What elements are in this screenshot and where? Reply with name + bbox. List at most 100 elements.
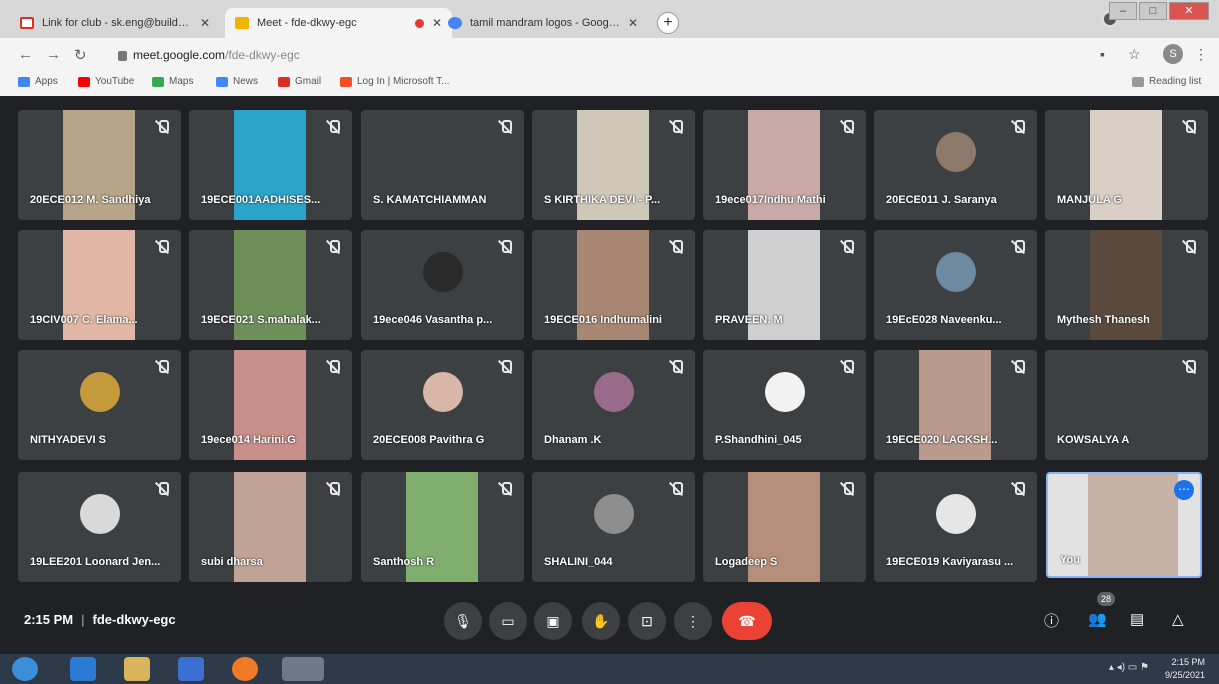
participant-tile[interactable]: 19CIV007 C. Elama...: [18, 230, 181, 340]
participant-tile[interactable]: Logadeep S: [703, 472, 866, 582]
self-tile[interactable]: ⋯ You: [1046, 472, 1202, 578]
microphone-button[interactable]: 🎙: [444, 602, 482, 640]
more-options-button[interactable]: ⋮: [674, 602, 712, 640]
avatar: [936, 252, 976, 292]
system-tray-icons[interactable]: ▴ ◂) ▭ ⚑: [1109, 662, 1149, 673]
new-tab-button[interactable]: +: [657, 12, 679, 34]
mic-off-icon: [840, 360, 854, 374]
tab-meet[interactable]: Meet - fde-dkwy-egc ✕: [225, 8, 453, 38]
participant-tile[interactable]: Santhosh R: [361, 472, 524, 582]
taskbar-clock[interactable]: 2:15 PM 9/25/2021: [1165, 656, 1205, 682]
ie-icon[interactable]: [70, 657, 96, 681]
participant-tile[interactable]: Mythesh Thanesh: [1045, 230, 1208, 340]
firefox-icon[interactable]: [232, 657, 258, 681]
participant-tile[interactable]: PRAVEEN. M: [703, 230, 866, 340]
participant-tile[interactable]: subi dharsa: [189, 472, 352, 582]
gmail-icon: [278, 76, 290, 87]
mic-off-icon: [498, 120, 512, 134]
reload-icon[interactable]: ↻: [74, 46, 87, 64]
avatar: [423, 252, 463, 292]
mic-off-icon: [1182, 240, 1196, 254]
participant-tile[interactable]: NITHYADEVI S: [18, 350, 181, 460]
participant-tile[interactable]: MANJULA G: [1045, 110, 1208, 220]
participant-count-badge: 28: [1097, 592, 1115, 606]
participant-tile[interactable]: 19ECE019 Kaviyarasu ...: [874, 472, 1037, 582]
chat-icon[interactable]: ▤: [1130, 610, 1144, 628]
people-icon[interactable]: 👥: [1088, 610, 1107, 628]
bookmark-label: Gmail: [295, 76, 322, 87]
meet-control-bar: 2:15 PM | fde-dkwy-egc 🎙 ▭ ▣ ✋ ⊡ ⋮ ☎ ⓘ 👥 ▤…: [0, 598, 1219, 654]
chrome-taskbar-icon[interactable]: [282, 657, 324, 681]
participant-tile[interactable]: S. KAMATCHIAMMAN: [361, 110, 524, 220]
menu-icon[interactable]: ⋮: [1194, 46, 1208, 63]
leave-call-button[interactable]: ☎: [722, 602, 772, 640]
bookmark-maps[interactable]: Maps: [152, 76, 193, 87]
participant-tile[interactable]: KOWSALYA A: [1045, 350, 1208, 460]
participant-tile[interactable]: 19ECE001AADHISES...: [189, 110, 352, 220]
address-bar[interactable]: meet.google.com/fde-dkwy-egc: [108, 44, 1108, 66]
participant-name: 19ECE016 Indhumalini: [544, 314, 662, 326]
os-taskbar: ▴ ◂) ▭ ⚑ 2:15 PM 9/25/2021: [0, 654, 1219, 684]
participant-name: 19ECE020 LACKSH...: [886, 434, 998, 446]
participant-tile[interactable]: 20ECE011 J. Saranya: [874, 110, 1037, 220]
meeting-details-icon[interactable]: ⓘ: [1044, 610, 1059, 631]
minimize-button[interactable]: –: [1109, 2, 1137, 20]
participant-tile[interactable]: 19ece017Indhu Mathi: [703, 110, 866, 220]
more-options-icon[interactable]: ⋯: [1174, 480, 1194, 500]
participant-tile[interactable]: 20ECE008 Pavithra G: [361, 350, 524, 460]
activities-icon[interactable]: △: [1172, 610, 1184, 628]
present-button[interactable]: ⊡: [628, 602, 666, 640]
window-close-button[interactable]: ✕: [1169, 2, 1209, 20]
camera-button[interactable]: ▭: [489, 602, 527, 640]
star-icon[interactable]: ☆: [1128, 46, 1141, 63]
back-icon[interactable]: ←: [18, 46, 33, 63]
meet-stage: 20ECE012 M. Sandhiya 19ECE001AADHISES... S…: [0, 96, 1219, 654]
tab-google[interactable]: tamil mandram logos - Google S ✕: [438, 8, 648, 38]
bookmark-gmail[interactable]: Gmail: [278, 76, 321, 87]
reading-list-label: Reading list: [1149, 76, 1202, 87]
forward-icon[interactable]: →: [46, 46, 61, 63]
media-player-icon[interactable]: [178, 657, 204, 681]
window-controls: – □ ✕: [1109, 2, 1209, 20]
participant-tile[interactable]: 20ECE012 M. Sandhiya: [18, 110, 181, 220]
participant-tile[interactable]: 19ECE016 Indhumalini: [532, 230, 695, 340]
mic-off-icon: [840, 482, 854, 496]
captions-button[interactable]: ▣: [534, 602, 572, 640]
tab-gmail[interactable]: Link for club - sk.eng@builders.i ✕: [10, 8, 220, 38]
participant-tile[interactable]: 19ECE021 S.mahalak...: [189, 230, 352, 340]
close-icon[interactable]: ✕: [200, 16, 210, 30]
bookmark-youtube[interactable]: YouTube: [78, 76, 134, 87]
bookmark-apps[interactable]: Apps: [18, 76, 58, 87]
meet-icon: [235, 17, 249, 29]
maximize-button[interactable]: □: [1139, 2, 1167, 20]
close-icon[interactable]: ✕: [628, 16, 638, 30]
gmail-icon: [20, 17, 34, 29]
folder-icon[interactable]: [124, 657, 150, 681]
mic-off-icon: [840, 120, 854, 134]
raise-hand-button[interactable]: ✋: [582, 602, 620, 640]
reading-list[interactable]: Reading list: [1132, 76, 1201, 87]
participant-tile[interactable]: SHALINI_044: [532, 472, 695, 582]
camera-icon[interactable]: ▪: [1100, 46, 1105, 62]
participant-tile[interactable]: Dhanam .K: [532, 350, 695, 460]
participant-tile[interactable]: 19ece046 Vasantha p...: [361, 230, 524, 340]
avatar: [423, 372, 463, 412]
start-icon[interactable]: [12, 657, 38, 681]
participant-tile[interactable]: 19ECE020 LACKSH...: [874, 350, 1037, 460]
news-icon: [216, 76, 228, 87]
participant-name: 19ECE019 Kaviyarasu ...: [886, 556, 1014, 568]
mic-off-icon: [1182, 120, 1196, 134]
bookmark-news[interactable]: News: [216, 76, 258, 87]
participant-tile[interactable]: 19LEE201 Loonard Jen...: [18, 472, 181, 582]
participant-tile[interactable]: 19ece014 Harini.G: [189, 350, 352, 460]
reading-list-icon: [1132, 76, 1144, 87]
participant-tile[interactable]: 19EcE028 Naveenku...: [874, 230, 1037, 340]
recording-icon: [415, 18, 424, 28]
mic-off-icon: [498, 240, 512, 254]
bookmark-microsoft[interactable]: Log In | Microsoft T...: [340, 76, 449, 87]
participant-tile[interactable]: P.Shandhini_045: [703, 350, 866, 460]
mic-off-icon: [326, 360, 340, 374]
avatar[interactable]: S: [1163, 44, 1183, 64]
participant-name: MANJULA G: [1057, 194, 1122, 206]
participant-tile[interactable]: S KIRTHIKA DEVI - P...: [532, 110, 695, 220]
